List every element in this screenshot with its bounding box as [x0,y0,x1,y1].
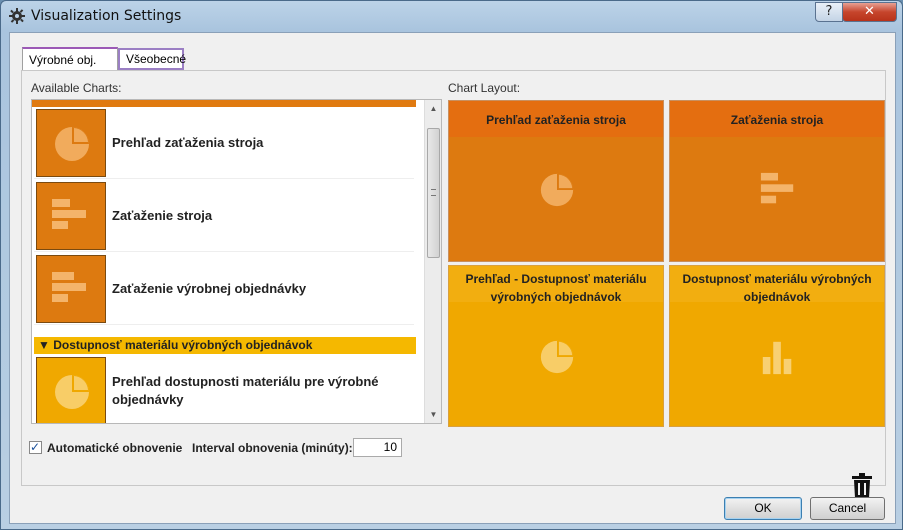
chart-thumbnail[interactable] [36,182,106,250]
tab-vyrobne-obj[interactable]: Výrobné obj. [22,47,118,72]
layout-tile-title: Zaťaženia stroja [670,101,884,137]
pie-chart-icon [55,127,89,161]
pie-chart-icon [540,340,574,374]
bar-horizontal-icon [760,172,794,204]
scroll-thumb[interactable] [427,128,440,258]
list-scrollbar[interactable]: ▲ ▼ [424,100,441,423]
layout-tile[interactable]: Prehľad zaťaženia stroja [448,100,664,262]
help-button[interactable]: ? [815,2,843,22]
chart-thumbnail[interactable] [36,357,106,423]
bar-horizontal-icon [52,272,86,302]
pie-chart-icon [540,173,574,207]
auto-refresh-checkbox[interactable]: ✓ [29,440,42,454]
group-header-label: Dostupnosť materiálu výrobných objednávo… [53,338,313,352]
list-item-label: Prehľad dostupnosti materiálu pre výrobn… [112,374,379,407]
chart-thumbnail[interactable] [36,109,106,177]
interval-input[interactable]: 10 [353,438,402,457]
layout-tile-title: Prehľad zaťaženia stroja [449,101,663,137]
title-bar[interactable]: Visualization Settings ? ✕ [1,1,902,33]
checkmark-icon: ✓ [30,440,41,454]
chart-thumbnail[interactable] [36,255,106,323]
list-item[interactable]: Prehľad dostupnosti materiálu pre výrobn… [34,355,414,423]
list-item-label: Prehľad zaťaženia stroja [112,135,264,150]
dialog-body: Výrobné obj. Všeobecné Available Charts:… [9,32,896,524]
chart-layout-grid: Prehľad zaťaženia stroja Zaťaženia stroj… [448,100,886,427]
layout-tile[interactable]: Zaťaženia stroja [669,100,885,262]
visualization-settings-window: Visualization Settings ? ✕ Výrobné obj. … [0,0,903,530]
tab-vseobecne[interactable]: Všeobecné [118,48,186,70]
list-item-label: Zaťaženie stroja [112,208,213,223]
layout-tile-title: Prehľad - Dostupnosť materiálu výrobných… [449,266,663,304]
bar-horizontal-icon [52,199,86,229]
window-title: Visualization Settings [31,8,182,24]
bar-vertical-icon [762,341,792,375]
available-charts-label: Available Charts: [31,81,122,95]
gear-icon [9,8,25,24]
layout-tile-title: Dostupnosť materiálu výrobných objednávo… [670,266,884,304]
list-item[interactable]: Prehľad zaťaženia stroja [34,107,414,179]
layout-tile[interactable]: Dostupnosť materiálu výrobných objednávo… [669,265,885,427]
ok-button[interactable]: OK [724,497,802,520]
cancel-button[interactable]: Cancel [810,497,885,520]
pie-chart-icon [55,375,89,409]
group-header-partial[interactable] [32,100,416,107]
list-item-label: Zaťaženie výrobnej objednávky [112,281,307,296]
list-item[interactable]: Zaťaženie výrobnej objednávky [34,253,414,325]
scroll-down-icon[interactable]: ▼ [425,406,441,423]
available-charts-list[interactable]: Prehľad zaťaženia stroja Zaťaženie stroj… [31,99,442,424]
grip-icon [431,189,436,196]
trash-icon[interactable] [851,473,873,499]
chart-layout-label: Chart Layout: [448,81,521,95]
scroll-up-icon[interactable]: ▲ [425,100,441,117]
list-item[interactable]: Zaťaženie stroja [34,180,414,252]
auto-refresh-label: Automatické obnovenie [47,441,183,455]
group-header[interactable]: ▼ Dostupnosť materiálu výrobných objedná… [34,337,416,354]
caret-down-icon: ▼ [38,338,50,352]
tab-panel: Available Charts: Chart Layout: Prehľad … [21,70,886,498]
close-button[interactable]: ✕ [842,2,897,22]
interval-label: Interval obnovenia (minúty): [192,441,353,455]
layout-tile[interactable]: Prehľad - Dostupnosť materiálu výrobných… [448,265,664,427]
